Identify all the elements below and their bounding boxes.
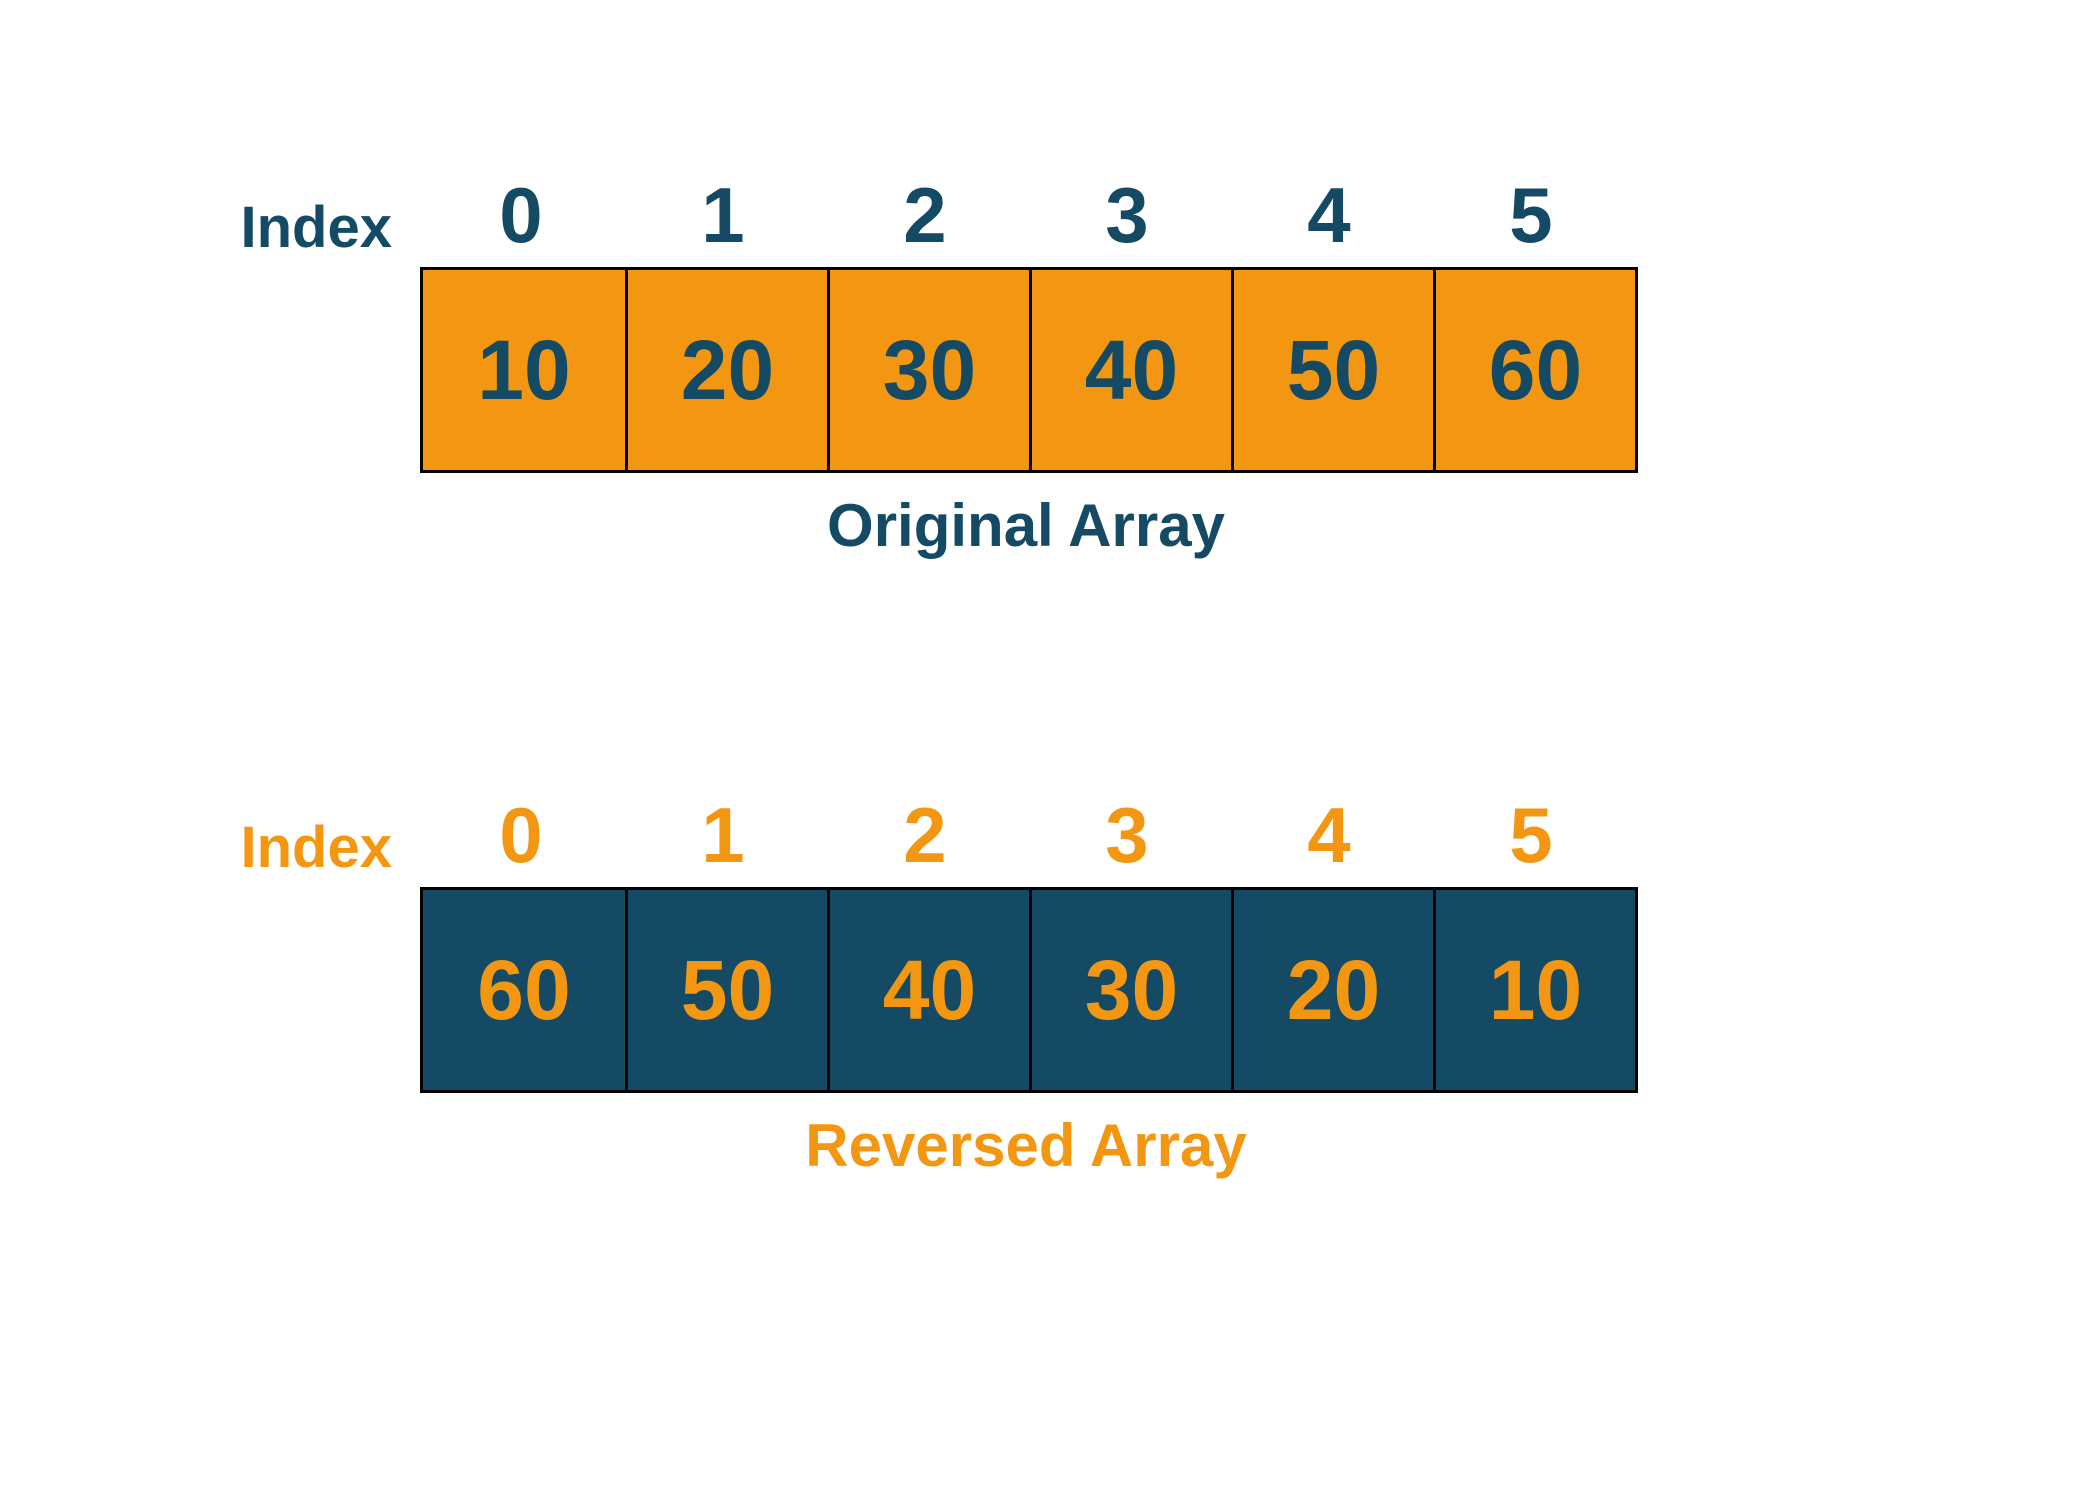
original-index-cell: 3 xyxy=(1026,170,1228,261)
reversed-index-cells: 0 1 2 3 4 5 xyxy=(420,790,1632,881)
original-index-cell: 1 xyxy=(622,170,824,261)
original-index-label: Index xyxy=(160,194,420,261)
reversed-index-cell: 2 xyxy=(824,790,1026,881)
reversed-index-label: Index xyxy=(160,814,420,881)
reversed-array-cell: 60 xyxy=(423,890,625,1090)
original-array-cell: 10 xyxy=(423,270,625,470)
reversed-array-cell: 40 xyxy=(827,890,1029,1090)
reversed-caption: Reversed Array xyxy=(420,1111,1632,1180)
reversed-index-cell: 0 xyxy=(420,790,622,881)
reversed-array-cell: 30 xyxy=(1029,890,1231,1090)
reversed-index-cell: 1 xyxy=(622,790,824,881)
original-index-cell: 5 xyxy=(1430,170,1632,261)
original-array-cell: 40 xyxy=(1029,270,1231,470)
original-array-cell: 30 xyxy=(827,270,1029,470)
original-index-cell: 4 xyxy=(1228,170,1430,261)
reversed-array-cell: 10 xyxy=(1433,890,1635,1090)
reversed-index-cell: 3 xyxy=(1026,790,1228,881)
reversed-index-row: Index 0 1 2 3 4 5 xyxy=(160,790,1638,881)
reversed-index-cell: 5 xyxy=(1430,790,1632,881)
reversed-index-cell: 4 xyxy=(1228,790,1430,881)
original-array-cell: 60 xyxy=(1433,270,1635,470)
original-index-cells: 0 1 2 3 4 5 xyxy=(420,170,1632,261)
original-array-cell: 20 xyxy=(625,270,827,470)
reversed-array-cell: 20 xyxy=(1231,890,1433,1090)
reversed-cells-row: 60 50 40 30 20 10 xyxy=(420,887,1638,1093)
reversed-array-block: Index 0 1 2 3 4 5 60 50 40 30 20 10 Reve… xyxy=(160,790,1638,1180)
original-index-cell: 2 xyxy=(824,170,1026,261)
original-caption: Original Array xyxy=(420,491,1632,560)
original-index-cell: 0 xyxy=(420,170,622,261)
original-index-row: Index 0 1 2 3 4 5 xyxy=(160,170,1638,261)
original-array-cell: 50 xyxy=(1231,270,1433,470)
original-array-block: Index 0 1 2 3 4 5 10 20 30 40 50 60 Orig… xyxy=(160,170,1638,560)
reversed-array-cell: 50 xyxy=(625,890,827,1090)
original-cells-row: 10 20 30 40 50 60 xyxy=(420,267,1638,473)
